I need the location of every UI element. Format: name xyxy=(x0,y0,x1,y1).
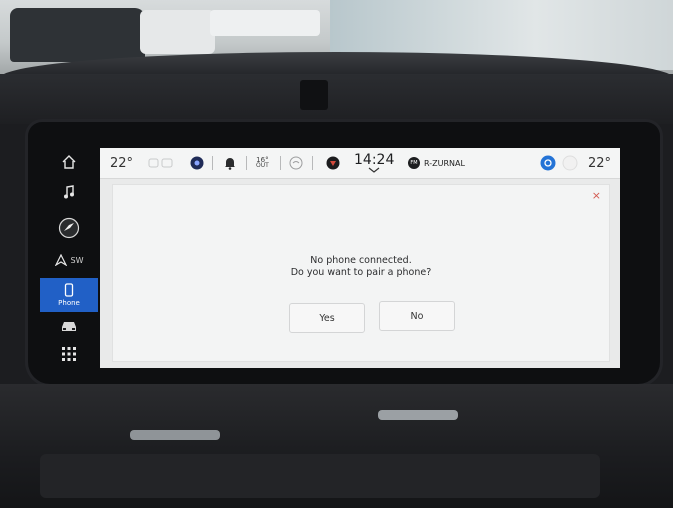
chevron-down-icon xyxy=(368,167,380,173)
yes-button[interactable]: Yes xyxy=(289,303,365,333)
phone-icon xyxy=(64,283,74,297)
clock[interactable]: 14:24 xyxy=(354,148,394,178)
music-note-icon xyxy=(64,185,74,199)
vent-slot xyxy=(378,410,458,420)
outside-temp-label: OUT xyxy=(256,162,269,169)
fan-icon[interactable] xyxy=(562,148,578,178)
climate-sync-icon[interactable] xyxy=(540,148,556,178)
parked-car xyxy=(140,10,215,54)
close-icon[interactable]: × xyxy=(592,189,601,202)
infotainment-screen: 22° 16° OUT 14:24 FM R-ZURNAL 22° × No p… xyxy=(100,148,620,368)
app-shortcut-icon[interactable] xyxy=(326,148,340,178)
parked-van xyxy=(210,10,320,36)
vent-slot xyxy=(130,430,220,440)
wifi-icon[interactable] xyxy=(288,148,304,178)
vehicle-icon xyxy=(62,322,76,331)
assistant-icon[interactable] xyxy=(190,148,204,178)
pair-phone-dialog: × No phone connected. Do you want to pai… xyxy=(112,184,610,362)
compass-icon xyxy=(54,254,67,266)
compass-heading: SW xyxy=(70,255,84,265)
dialog-line-1: No phone connected. xyxy=(310,255,412,266)
rail-home[interactable] xyxy=(40,148,98,176)
rail-apps[interactable] xyxy=(40,340,98,368)
passenger-temp[interactable]: 22° xyxy=(588,148,611,178)
no-button[interactable]: No xyxy=(379,301,455,331)
rail-compass[interactable]: SW xyxy=(40,246,98,274)
notification-bell-icon[interactable] xyxy=(224,148,236,178)
navigation-icon xyxy=(58,217,80,239)
rail-phone[interactable]: Phone xyxy=(40,278,98,312)
radio-badge: FM xyxy=(408,157,420,169)
parked-truck xyxy=(10,8,145,62)
lower-dashboard xyxy=(0,384,673,508)
status-bar: 22° 16° OUT 14:24 FM R-ZURNAL 22° xyxy=(100,148,620,179)
dialog-message: No phone connected. Do you want to pair … xyxy=(113,255,609,279)
console-tray xyxy=(40,454,600,498)
dialog-line-2: Do you want to pair a phone? xyxy=(290,267,432,278)
driver-temp[interactable]: 22° xyxy=(110,148,133,178)
radio-source-icon: FM xyxy=(408,148,420,178)
outside-temp: 16° OUT xyxy=(256,148,269,178)
windshield-background xyxy=(0,0,673,78)
side-rail: SW Phone xyxy=(40,148,98,368)
clock-time: 14:24 xyxy=(354,152,395,168)
rail-vehicle[interactable] xyxy=(40,312,98,340)
home-icon xyxy=(62,155,76,169)
radio-station[interactable]: R-ZURNAL xyxy=(424,148,465,178)
dashboard-top xyxy=(0,74,673,124)
seat-heat-icon[interactable] xyxy=(148,148,174,178)
rail-phone-label: Phone xyxy=(58,299,80,307)
rail-audio[interactable] xyxy=(40,178,98,206)
app-grid-icon xyxy=(62,347,76,361)
rail-navigation[interactable] xyxy=(40,214,98,242)
dash-vent xyxy=(300,80,328,110)
